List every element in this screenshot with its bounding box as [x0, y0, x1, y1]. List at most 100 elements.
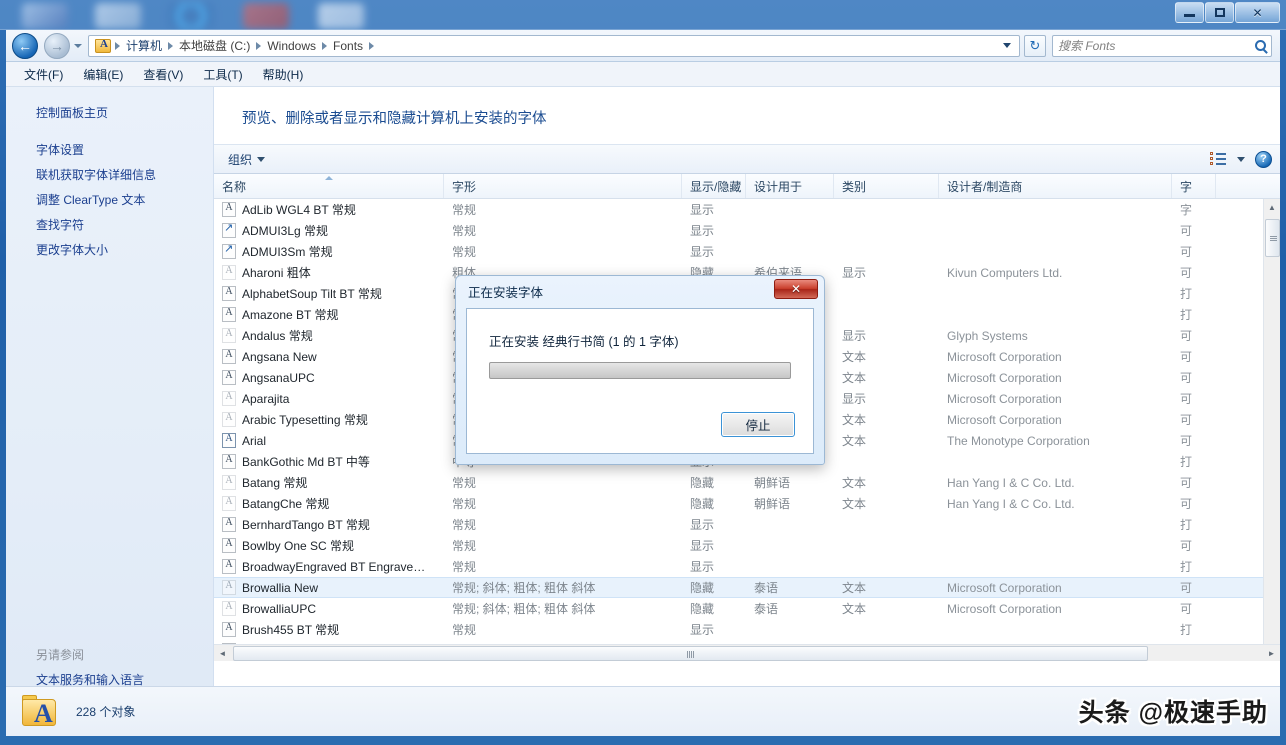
- stop-button[interactable]: 停止: [721, 412, 795, 437]
- column-header-name[interactable]: 名称: [214, 174, 444, 198]
- table-row[interactable]: Bowlby One SC 常规 常规 显示 可: [214, 535, 1280, 556]
- sidebar-item-get-font-details-online[interactable]: 联机获取字体详细信息: [6, 163, 213, 188]
- organize-button[interactable]: 组织: [222, 149, 271, 170]
- breadcrumb-separator-icon: [369, 41, 375, 50]
- vertical-scrollbar[interactable]: ▲ ▼: [1263, 199, 1280, 661]
- menu-file[interactable]: 文件(F): [14, 64, 73, 85]
- menu-view[interactable]: 查看(V): [133, 64, 193, 85]
- refresh-button[interactable]: ↻: [1024, 34, 1046, 57]
- font-name-cell[interactable]: Batang 常规: [214, 474, 444, 491]
- table-row[interactable]: BrowalliaUPC 常规; 斜体; 粗体; 粗体 斜体 隐藏 泰语 文本 Micro…: [214, 598, 1280, 619]
- font-name-cell[interactable]: Amazone BT 常规: [214, 306, 444, 323]
- column-header-category[interactable]: 类别: [834, 174, 939, 198]
- sidebar-item-change-font-size[interactable]: 更改字体大小: [6, 238, 213, 263]
- breadcrumb-item-computer[interactable]: 计算机: [122, 37, 166, 54]
- font-name-cell[interactable]: AlphabetSoup Tilt BT 常规: [214, 285, 444, 302]
- view-dropdown-icon[interactable]: [1237, 156, 1245, 162]
- list-view-icon[interactable]: [1209, 152, 1227, 166]
- table-row[interactable]: BatangChe 常规 常规 隐藏 朝鲜语 文本 Han Yang I & C Co. …: [214, 493, 1280, 514]
- sidebar-item-font-settings[interactable]: 字体设置: [6, 138, 213, 163]
- windows-explorer-window: ✕ ← → 计算机 本地磁盘 (C:) Windows Fonts ↻ 搜索 F…: [0, 0, 1286, 745]
- font-name-label: Bowlby One SC 常规: [242, 539, 355, 553]
- font-name-cell[interactable]: Brush455 BT 常规: [214, 621, 444, 638]
- font-name-cell[interactable]: AngsanaUPC: [214, 370, 444, 385]
- breadcrumb-item-fonts[interactable]: Fonts: [329, 39, 367, 53]
- horizontal-scrollbar-track[interactable]: [231, 645, 1263, 661]
- help-icon[interactable]: ?: [1255, 150, 1272, 168]
- scroll-left-icon[interactable]: ◄: [214, 649, 231, 658]
- font-style-cell: 常规: [452, 224, 477, 238]
- font-name-cell[interactable]: AdLib WGL4 BT 常规: [214, 201, 444, 218]
- font-name-cell[interactable]: Aharoni 粗体: [214, 264, 444, 281]
- font-name-cell[interactable]: BernhardTango BT 常规: [214, 516, 444, 533]
- font-name-cell[interactable]: Aparajita: [214, 391, 444, 406]
- sort-ascending-icon: [324, 176, 333, 180]
- extra-cell: 可: [1180, 434, 1193, 448]
- letter-a-glyph: A: [34, 698, 53, 728]
- column-header-style[interactable]: 字形: [444, 174, 682, 198]
- designer-cell: Kivun Computers Ltd.: [947, 265, 1063, 280]
- menu-help[interactable]: 帮助(H): [253, 64, 314, 85]
- extra-cell: 打: [1180, 455, 1193, 469]
- column-header-show-hide[interactable]: 显示/隐藏: [682, 174, 746, 198]
- minimize-button[interactable]: [1175, 2, 1204, 23]
- font-name-label: Angsana New: [242, 349, 317, 364]
- table-row[interactable]: BroadwayEngraved BT Engrave… 常规 显示 打: [214, 556, 1280, 577]
- scroll-up-icon[interactable]: ▲: [1264, 199, 1280, 216]
- address-bar: ← → 计算机 本地磁盘 (C:) Windows Fonts ↻ 搜索 Fon…: [6, 30, 1280, 62]
- fonts-folder-icon: [95, 38, 111, 53]
- chevron-down-icon[interactable]: [1003, 43, 1011, 48]
- font-name-cell[interactable]: ADMUI3Sm 常规: [214, 243, 444, 260]
- font-name-cell[interactable]: BroadwayEngraved BT Engrave…: [214, 559, 444, 574]
- breadcrumb-item-windows[interactable]: Windows: [263, 39, 320, 53]
- font-name-cell[interactable]: Angsana New: [214, 349, 444, 364]
- extra-cell: 打: [1180, 287, 1193, 301]
- sidebar-item-control-panel-home[interactable]: 控制面板主页: [6, 101, 213, 126]
- column-header-extra[interactable]: 字: [1172, 174, 1216, 198]
- breadcrumb-item-localdisk[interactable]: 本地磁盘 (C:): [175, 37, 254, 54]
- font-style-cell: 常规; 斜体; 粗体; 粗体 斜体: [452, 602, 596, 616]
- menu-tools[interactable]: 工具(T): [193, 64, 252, 85]
- horizontal-scrollbar-thumb[interactable]: [233, 645, 1148, 661]
- column-header-designer[interactable]: 设计者/制造商: [939, 174, 1172, 198]
- category-cell: 文本: [842, 350, 867, 364]
- dialog-close-button[interactable]: ✕: [774, 279, 818, 299]
- scroll-right-icon[interactable]: ►: [1263, 649, 1280, 658]
- font-name-cell[interactable]: BatangChe 常规: [214, 495, 444, 512]
- table-row[interactable]: Browallia New 常规; 斜体; 粗体; 粗体 斜体 隐藏 泰语 文本 Micr…: [214, 577, 1280, 598]
- search-input[interactable]: 搜索 Fonts: [1052, 34, 1272, 57]
- sidebar-item-adjust-cleartype[interactable]: 调整 ClearType 文本: [6, 188, 213, 213]
- font-name-cell[interactable]: Bowlby One SC 常规: [214, 537, 444, 554]
- table-row[interactable]: AdLib WGL4 BT 常规 常规 显示 字: [214, 199, 1280, 220]
- font-file-icon-dim: [222, 601, 236, 616]
- window-controls: ✕: [1175, 2, 1280, 23]
- font-file-icon-dim: [222, 496, 236, 511]
- font-name-label: Batang 常规: [242, 476, 308, 490]
- breadcrumb[interactable]: 计算机 本地磁盘 (C:) Windows Fonts: [88, 34, 1020, 57]
- back-button[interactable]: ←: [12, 32, 38, 59]
- maximize-button[interactable]: [1205, 2, 1234, 23]
- font-name-cell[interactable]: ADMUI3Lg 常规: [214, 222, 444, 239]
- history-dropdown-icon[interactable]: [74, 43, 82, 48]
- font-name-cell[interactable]: Browallia New: [214, 580, 444, 595]
- table-row[interactable]: ADMUI3Lg 常规 常规 显示 可: [214, 220, 1280, 241]
- table-row[interactable]: Brush455 BT 常规 常规 显示 打: [214, 619, 1280, 640]
- font-name-cell[interactable]: Arabic Typesetting 常规: [214, 411, 444, 428]
- sidebar-item-find-character[interactable]: 查找字符: [6, 213, 213, 238]
- font-name-cell[interactable]: Andalus 常规: [214, 327, 444, 344]
- table-row[interactable]: Batang 常规 常规 隐藏 朝鲜语 文本 Han Yang I & C Co. Ltd…: [214, 472, 1280, 493]
- font-name-cell[interactable]: BankGothic Md BT 中等: [214, 453, 444, 470]
- vertical-scrollbar-thumb[interactable]: [1265, 219, 1280, 257]
- horizontal-scrollbar[interactable]: ◄ ►: [214, 644, 1280, 661]
- close-button[interactable]: ✕: [1235, 2, 1280, 23]
- forward-button[interactable]: →: [44, 32, 70, 59]
- table-row[interactable]: ADMUI3Sm 常规 常规 显示 可: [214, 241, 1280, 262]
- column-header-designed-for[interactable]: 设计用于: [746, 174, 834, 198]
- maximize-icon: [1214, 8, 1225, 17]
- close-icon: ✕: [790, 282, 802, 296]
- font-name-cell[interactable]: Arial: [214, 433, 444, 448]
- command-bar-right: ?: [1209, 150, 1272, 168]
- menu-edit[interactable]: 编辑(E): [73, 64, 133, 85]
- font-name-cell[interactable]: BrowalliaUPC: [214, 601, 444, 616]
- table-row[interactable]: BernhardTango BT 常规 常规 显示 打: [214, 514, 1280, 535]
